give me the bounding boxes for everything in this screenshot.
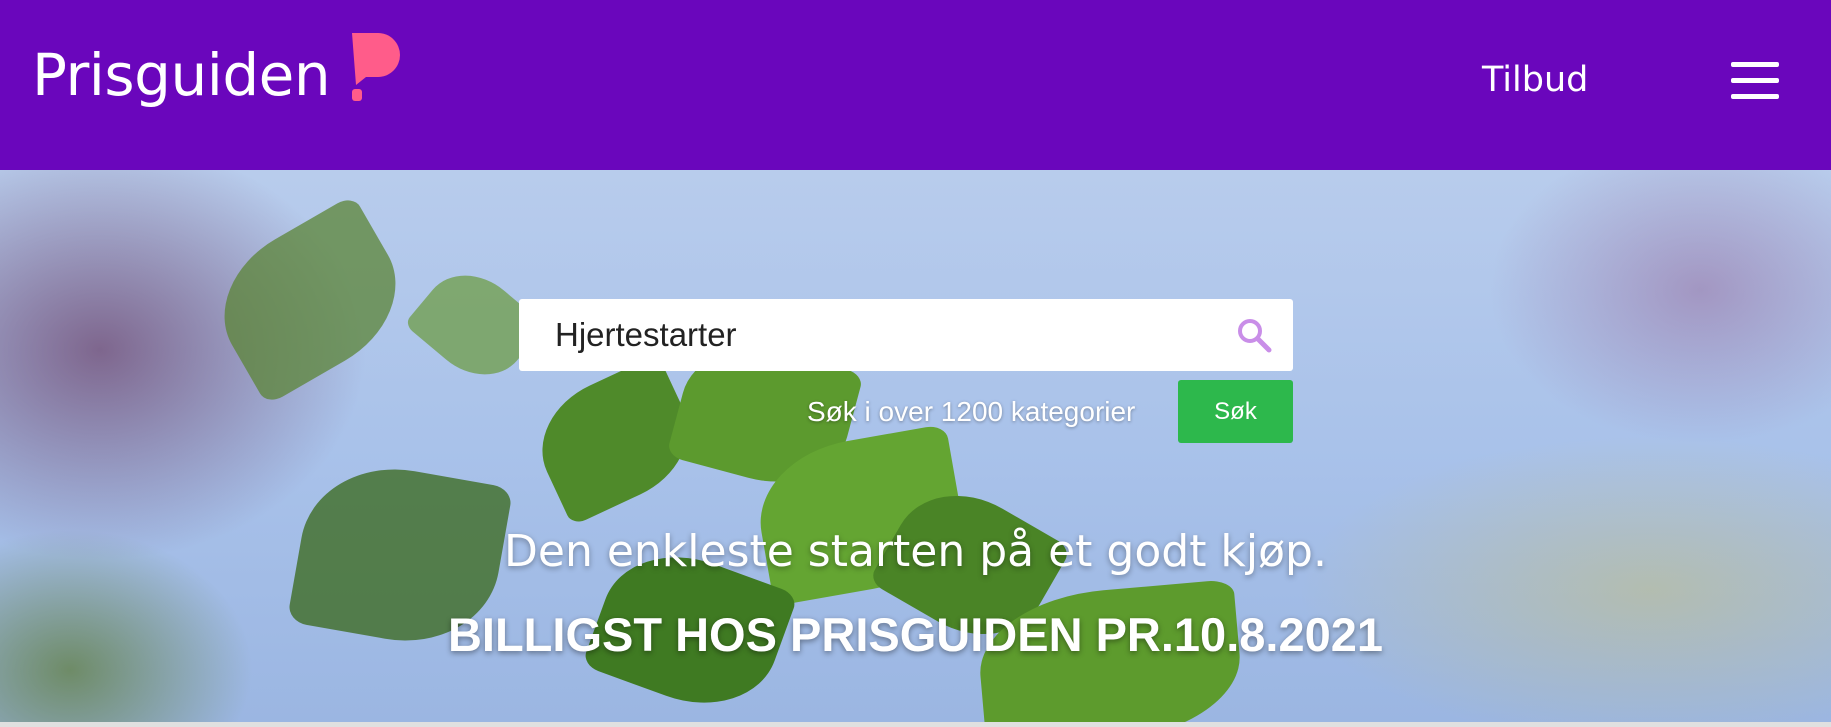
hero-promo-text: BILLIGST HOS PRISGUIDEN PR.10.8.2021 (447, 608, 1384, 661)
site-header: Prisguiden Tilbud (0, 0, 1831, 170)
search-hint: Søk i over 1200 kategorier (807, 396, 1136, 427)
search-input[interactable] (519, 299, 1219, 371)
logo-text: Prisguiden (32, 41, 331, 109)
hamburger-menu-icon[interactable] (1731, 60, 1779, 102)
prisguiden-logo[interactable]: Prisguiden (32, 30, 404, 120)
search-button[interactable]: Søk (1178, 380, 1293, 443)
nav-link-tilbud[interactable]: Tilbud (1482, 60, 1588, 100)
bottom-divider (0, 722, 1831, 727)
leaf-decoration (197, 194, 423, 406)
search-icon[interactable] (1234, 315, 1274, 355)
logo-p-icon (352, 33, 401, 101)
hero-tagline: Den enkleste starten på et godt kjøp. (504, 526, 1327, 577)
search-box (519, 299, 1293, 371)
